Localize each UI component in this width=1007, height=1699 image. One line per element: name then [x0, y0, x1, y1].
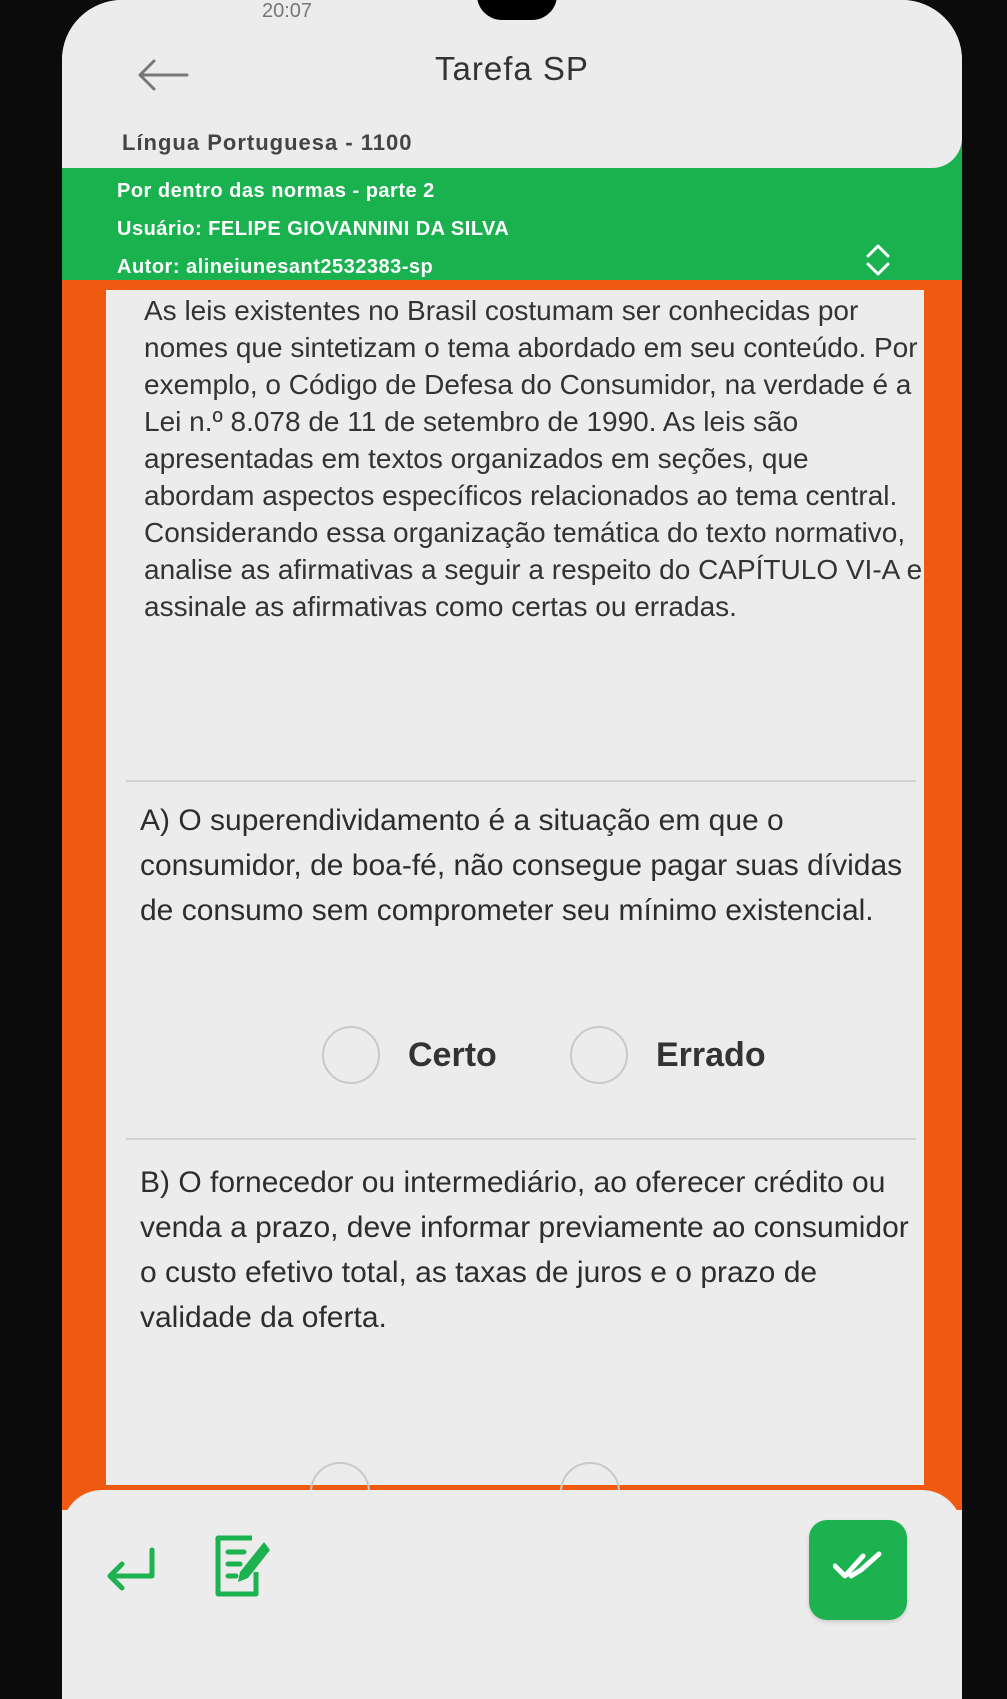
phone-screen: 20:07 Tarefa SP Por dentro das normas - … [62, 0, 962, 1699]
bottom-nav [62, 1490, 962, 1699]
nav-back-icon[interactable] [102, 1542, 162, 1592]
double-check-icon [833, 1551, 882, 1579]
chevron-up-down-icon[interactable] [862, 240, 894, 280]
subject-label: Língua Portuguesa - 1100 [122, 130, 413, 155]
page-title: Tarefa SP [435, 50, 589, 87]
question-card: As leis existentes no Brasil costumam se… [106, 290, 924, 1522]
status-time: 20:07 [262, 0, 313, 22]
edit-icon[interactable] [212, 1532, 272, 1600]
question-statement: As leis existentes no Brasil costumam se… [144, 295, 923, 622]
submit-button[interactable] [809, 1520, 907, 1620]
radio-certo[interactable] [322, 1026, 380, 1084]
option-certo-label: Certo [408, 1035, 497, 1074]
subject-bar: Língua Portuguesa - 1100 [62, 118, 962, 168]
question-b: B) O fornecedor ou intermediário, ao ofe… [140, 1166, 909, 1334]
app-bar: 20:07 Tarefa SP [62, 0, 962, 120]
option-errado-label: Errado [656, 1035, 766, 1074]
option-errado[interactable]: Errado [570, 1026, 766, 1084]
task-title: Por dentro das normas - parte 2 [117, 180, 435, 202]
option-certo[interactable]: Certo [322, 1026, 497, 1084]
question-a: A) O superendividamento é a situação em … [140, 804, 903, 927]
radio-errado[interactable] [570, 1026, 628, 1084]
user-name: Usuário: FELIPE GIOVANNINI DA SILVA [117, 218, 510, 240]
author-name: Autor: alineiunesant2532383-sp [117, 256, 434, 278]
camera-notch [477, 0, 557, 20]
divider [126, 1138, 916, 1140]
divider [126, 780, 916, 782]
